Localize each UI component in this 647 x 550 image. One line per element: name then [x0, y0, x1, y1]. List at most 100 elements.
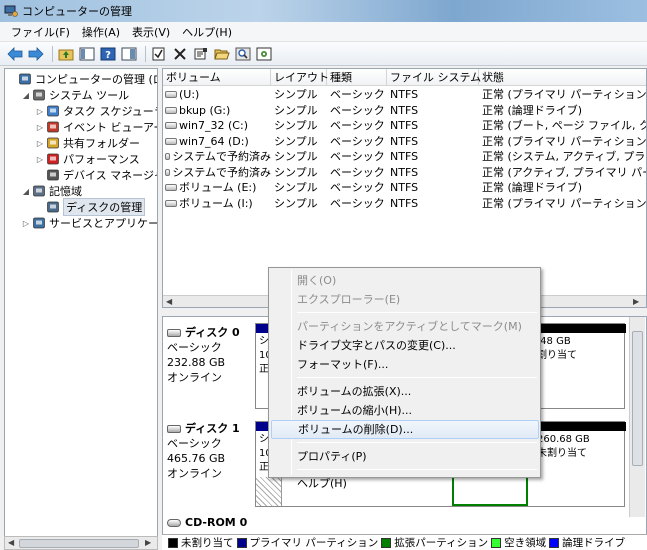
menu-separator	[297, 469, 537, 470]
device-manager-icon	[46, 168, 60, 182]
tree-item-label: サービスとアプリケーショ	[49, 217, 158, 230]
tree-item[interactable]: コンピューターの管理 (ローカ	[7, 71, 157, 87]
context-menu-item[interactable]: ボリュームの拡張(X)...	[271, 382, 539, 401]
details-view-icon[interactable]	[120, 45, 138, 63]
tree-item[interactable]: ▷ イベント ビューアー	[35, 119, 157, 135]
table-cell: ベーシック	[330, 181, 385, 194]
scroll-thumb[interactable]	[632, 331, 643, 466]
context-menu-item[interactable]: フォーマット(F)...	[271, 355, 539, 374]
disk-1-unallocated[interactable]: 260.68 GB 未割り当て	[534, 422, 626, 506]
settings-icon[interactable]	[255, 45, 273, 63]
volume-name: ボリューム (E:)	[179, 181, 257, 194]
tree-item[interactable]: デバイス マネージャー	[35, 167, 157, 183]
tree-item[interactable]: ディスクの管理	[35, 198, 146, 216]
delete-x-icon[interactable]	[171, 45, 189, 63]
table-cell: NTFS	[390, 103, 419, 117]
tree-item[interactable]: ▷ 共有フォルダー	[35, 135, 140, 151]
table-row[interactable]: ボリューム (I:) シンプル ベーシック NTFS 正常 (プライマリ パーティション…	[163, 196, 646, 212]
tree-horizontal-scrollbar[interactable]: ◀ ▶	[4, 536, 158, 550]
toolbar: ?	[0, 42, 647, 66]
performance-icon	[46, 152, 60, 166]
folder-up-icon[interactable]	[57, 45, 75, 63]
show-hide-tree-icon[interactable]	[78, 45, 96, 63]
table-row[interactable]: ボリューム (E:) シンプル ベーシック NTFS 正常 (論理ドライブ)	[163, 180, 646, 196]
tree-item[interactable]: ▷ サービスとアプリケーショ	[21, 215, 158, 231]
window-title: コンピューターの管理	[22, 5, 132, 18]
clock-icon	[46, 104, 60, 118]
scroll-right-icon[interactable]: ▶	[145, 538, 151, 547]
column-header[interactable]: 状態	[479, 69, 646, 86]
volume-name-cell: ボリューム (I:)	[165, 196, 271, 211]
table-cell: ベーシック	[330, 119, 385, 132]
cdrom-icon	[167, 518, 181, 527]
legend-label: 論理ドライブ	[562, 537, 626, 549]
drive-icon	[165, 91, 177, 98]
menu-item-1[interactable]: 操作(A)	[77, 24, 125, 40]
scroll-left-icon[interactable]: ◀	[8, 538, 14, 547]
context-menu-item[interactable]: ドライブ文字とパスの変更(C)...	[271, 336, 539, 355]
volume-name-cell: ボリューム (E:)	[165, 180, 271, 195]
context-menu-item[interactable]: プロパティ(P)	[271, 447, 539, 466]
back-arrow-icon[interactable]	[6, 45, 24, 63]
table-cell: シンプル	[274, 181, 318, 194]
tree-item-label: パフォーマンス	[63, 153, 140, 166]
check-icon[interactable]	[150, 45, 168, 63]
expand-toggle-icon[interactable]: ▷	[21, 219, 31, 228]
column-header[interactable]: 種類	[327, 69, 387, 86]
table-cell: ベーシック	[330, 150, 385, 163]
table-row[interactable]: win7_64 (D:) シンプル ベーシック NTFS 正常 (プライマリ パーティシ…	[163, 134, 646, 150]
navigation-tree: コンピューターの管理 (ローカ ◢ システム ツール ▷ タスク スケジューラ ▷ イベント…	[4, 68, 158, 538]
tree-item-label: ディスクの管理	[63, 198, 146, 216]
search-icon[interactable]	[234, 45, 252, 63]
partition-text: 未割り当て	[537, 448, 587, 459]
disk-1-label[interactable]: ディスク 1 ベーシック 465.76 GB オンライン	[167, 421, 251, 481]
tree-item[interactable]: ◢ システム ツール	[21, 87, 129, 103]
menu-item-3[interactable]: ヘルプ(H)	[177, 24, 237, 40]
menu-separator	[297, 377, 537, 378]
expand-toggle-icon[interactable]: ◢	[21, 91, 31, 100]
expand-toggle-icon[interactable]: ▷	[35, 139, 45, 148]
drive-icon	[165, 168, 171, 176]
legend-swatch	[381, 537, 392, 548]
table-cell: シンプル	[274, 165, 318, 179]
column-header[interactable]: ファイル システム	[387, 69, 481, 86]
context-menu-item[interactable]: ヘルプ(H)	[271, 474, 539, 493]
volume-name-cell: システムで予約済み	[165, 149, 271, 164]
scroll-right-icon[interactable]: ▶	[633, 297, 639, 306]
menu-item-0[interactable]: ファイル(F)	[6, 24, 75, 40]
table-row[interactable]: システムで予約済み シンプル ベーシック NTFS 正常 (システム, アクティブ, プ…	[163, 149, 646, 165]
tree-item[interactable]: ▷ タスク スケジューラ	[35, 103, 157, 119]
column-header[interactable]: ボリューム	[163, 69, 271, 86]
context-menu-item[interactable]: ボリュームの縮小(H)...	[271, 401, 539, 420]
context-menu-item[interactable]: ボリュームの削除(D)...	[271, 420, 539, 439]
column-header[interactable]: レイアウト	[271, 69, 329, 86]
tree-item[interactable]: ▷ パフォーマンス	[35, 151, 140, 167]
table-cell: NTFS	[390, 134, 419, 148]
toolbar-separator	[145, 45, 146, 62]
scroll-thumb[interactable]	[19, 539, 139, 548]
table-row[interactable]: bkup (G:) シンプル ベーシック NTFS 正常 (論理ドライブ)	[163, 103, 646, 119]
tree-item-label: システム ツール	[49, 89, 130, 102]
tree-item[interactable]: ◢ 記憶域	[21, 183, 82, 199]
context-menu-item: 開く(O)	[297, 274, 337, 287]
properties-icon[interactable]	[192, 45, 210, 63]
table-cell: ベーシック	[330, 196, 385, 210]
disk-0-label[interactable]: ディスク 0 ベーシック 232.88 GB オンライン	[167, 325, 251, 385]
disk-vertical-scrollbar[interactable]	[629, 317, 645, 517]
table-row[interactable]: システムで予約済み シンプル ベーシック NTFS 正常 (アクティブ, プライマリ パ…	[163, 165, 646, 181]
expand-toggle-icon[interactable]: ▷	[35, 123, 45, 132]
expand-toggle-icon[interactable]: ▷	[35, 107, 45, 116]
legend-item: 論理ドライブ	[546, 535, 625, 550]
cdrom-0-label[interactable]: CD-ROM 0	[167, 515, 251, 530]
scroll-left-icon[interactable]: ◀	[166, 297, 172, 306]
forward-arrow-icon[interactable]	[27, 45, 45, 63]
computer-icon	[18, 72, 32, 86]
disk-0-unallocated[interactable]: .48 GB 割り当て	[534, 324, 626, 408]
expand-toggle-icon[interactable]: ◢	[21, 187, 31, 196]
help-icon[interactable]: ?	[99, 45, 117, 63]
open-folder-icon[interactable]	[213, 45, 231, 63]
table-row[interactable]: (U:) シンプル ベーシック NTFS 正常 (プライマリ パーティション)	[163, 87, 646, 103]
expand-toggle-icon[interactable]: ▷	[35, 155, 45, 164]
table-row[interactable]: win7_32 (C:) シンプル ベーシック NTFS 正常 (ブート, ページ ファ…	[163, 118, 646, 134]
menu-item-2[interactable]: 表示(V)	[127, 24, 175, 40]
